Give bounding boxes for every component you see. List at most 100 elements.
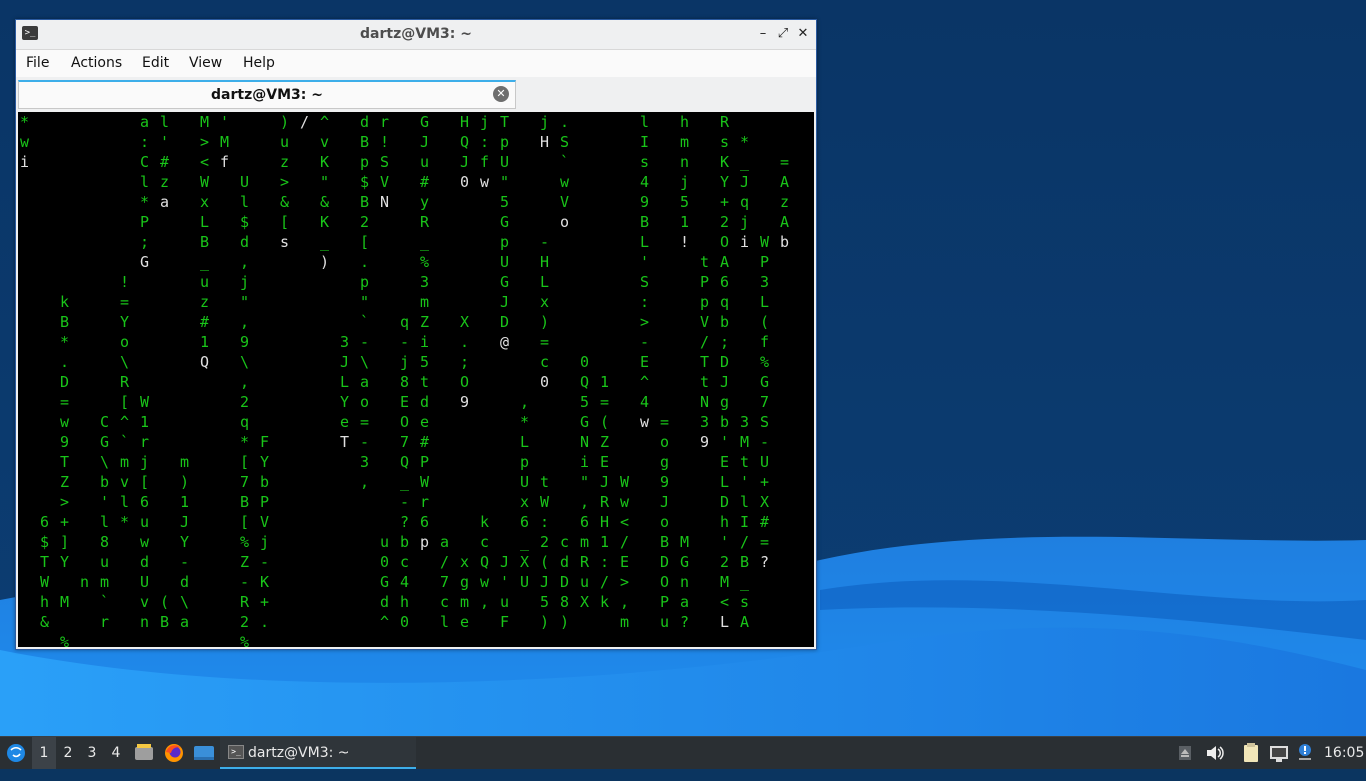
rain-char: < xyxy=(720,593,729,611)
rain-char: g xyxy=(460,573,469,591)
rain-char: Y xyxy=(60,553,69,571)
menu-actions[interactable]: Actions xyxy=(71,55,122,71)
rain-char: / xyxy=(740,533,749,551)
rain-char: G xyxy=(760,373,769,391)
rain-char: . xyxy=(60,353,69,371)
rain-char: [ xyxy=(240,513,249,531)
rain-char: [ xyxy=(120,393,129,411)
rain-char: ! xyxy=(380,133,389,151)
rain-char: b xyxy=(720,413,729,431)
rain-char: 1 xyxy=(600,533,609,551)
rain-char: - xyxy=(240,573,249,591)
title-bar[interactable]: >_ dartz@VM3: ~ – ⤢ ✕ xyxy=(16,20,816,50)
rain-char: U xyxy=(760,453,769,471)
tab-close-icon[interactable]: ✕ xyxy=(493,86,509,102)
firefox-icon[interactable] xyxy=(162,737,186,769)
rain-char: s xyxy=(280,233,289,251)
workspace-1[interactable]: 1 xyxy=(32,737,56,769)
close-button[interactable]: ✕ xyxy=(794,25,812,43)
rain-char: ! xyxy=(680,233,689,251)
rain-char: . xyxy=(260,613,269,631)
rain-char: # xyxy=(420,173,429,191)
workspace-2[interactable]: 2 xyxy=(56,737,80,769)
rain-char: 4 xyxy=(640,393,649,411)
rain-char: ' xyxy=(220,113,229,131)
rain-char: ` xyxy=(560,153,569,171)
rain-char: \ xyxy=(240,353,249,371)
rain-char: P xyxy=(700,273,709,291)
rain-char: r xyxy=(420,493,429,511)
rain-char: R xyxy=(240,593,250,611)
rain-char: S xyxy=(560,133,569,151)
maximize-button[interactable]: ⤢ xyxy=(774,25,792,43)
rain-char: 7 xyxy=(240,473,249,491)
rain-char: 8 xyxy=(100,533,109,551)
taskbar: 1 2 3 4 >_ dartz@VM3: ~ 16:05 xyxy=(0,736,1366,769)
network-icon[interactable] xyxy=(1268,737,1290,769)
rain-char: , xyxy=(620,593,629,611)
menu-help[interactable]: Help xyxy=(243,55,275,71)
rain-char: 3 xyxy=(340,333,349,351)
rain-char: D xyxy=(560,573,569,591)
file-manager-icon[interactable] xyxy=(132,737,156,769)
rain-char: ) xyxy=(540,313,549,331)
eject-icon[interactable] xyxy=(1176,737,1194,769)
rain-char: e xyxy=(340,413,349,431)
rain-char: D xyxy=(720,353,729,371)
rain-char: \ xyxy=(120,353,129,371)
notification-icon[interactable] xyxy=(1296,737,1314,769)
volume-icon[interactable] xyxy=(1204,737,1226,769)
rain-char: u xyxy=(580,573,589,591)
rain-char: f xyxy=(220,153,229,171)
rain-char: / xyxy=(620,533,629,551)
tab-bar: dartz@VM3: ~ ✕ xyxy=(16,77,816,112)
rain-char: z xyxy=(200,293,209,311)
rain-char: N xyxy=(380,193,389,211)
rain-char: * xyxy=(60,333,69,351)
rain-char: G xyxy=(500,273,509,291)
rain-char: ' xyxy=(720,533,729,551)
rain-char: , xyxy=(360,473,369,491)
minimize-button[interactable]: – xyxy=(754,25,772,43)
rain-char: x xyxy=(200,193,209,211)
menu-edit[interactable]: Edit xyxy=(142,55,169,71)
rain-char: H xyxy=(540,133,549,151)
taskbar-terminal-task[interactable]: >_ dartz@VM3: ~ xyxy=(220,737,416,769)
rain-char: u xyxy=(380,533,389,551)
rain-char: p xyxy=(500,133,509,151)
terminal-view[interactable]: *wikB*.D=w9TZ>+]YM%&6$TWh&nCG\b'l8um`ry!… xyxy=(18,112,814,647)
rain-char: x xyxy=(520,493,529,511)
rain-char: ; xyxy=(460,353,469,371)
menu-view[interactable]: View xyxy=(189,55,222,71)
rain-char: , xyxy=(240,253,249,271)
rain-char: P xyxy=(140,213,149,231)
show-desktop-icon[interactable] xyxy=(192,737,216,769)
rain-char: J xyxy=(660,493,669,511)
rain-char: . xyxy=(460,333,469,351)
clock[interactable]: 16:05 xyxy=(1324,737,1364,769)
rain-char: c xyxy=(560,533,569,551)
rain-char: V xyxy=(380,173,389,191)
rain-char: w xyxy=(480,573,490,591)
clipboard-icon[interactable] xyxy=(1240,737,1262,769)
rain-char: K xyxy=(320,213,329,231)
rain-char: m xyxy=(120,453,129,471)
tab-terminal[interactable]: dartz@VM3: ~ ✕ xyxy=(18,80,516,109)
rain-char: 2 xyxy=(720,213,729,231)
rain-char: j xyxy=(540,113,549,131)
workspace-3[interactable]: 3 xyxy=(80,737,104,769)
rain-char: > xyxy=(280,173,289,191)
rain-char: ; xyxy=(140,233,149,251)
rain-char: m xyxy=(460,593,469,611)
rain-char: u xyxy=(660,613,669,631)
rain-char: h xyxy=(40,593,49,611)
start-menu-icon[interactable] xyxy=(4,737,28,769)
rain-char: B xyxy=(640,213,649,231)
workspace-4[interactable]: 4 xyxy=(104,737,128,769)
rain-char: % xyxy=(240,633,249,647)
rain-char: R xyxy=(600,493,610,511)
rain-char: Q xyxy=(200,353,209,371)
menu-file[interactable]: File xyxy=(26,55,49,71)
rain-char: 1 xyxy=(140,413,149,431)
rain-char: d xyxy=(380,593,389,611)
